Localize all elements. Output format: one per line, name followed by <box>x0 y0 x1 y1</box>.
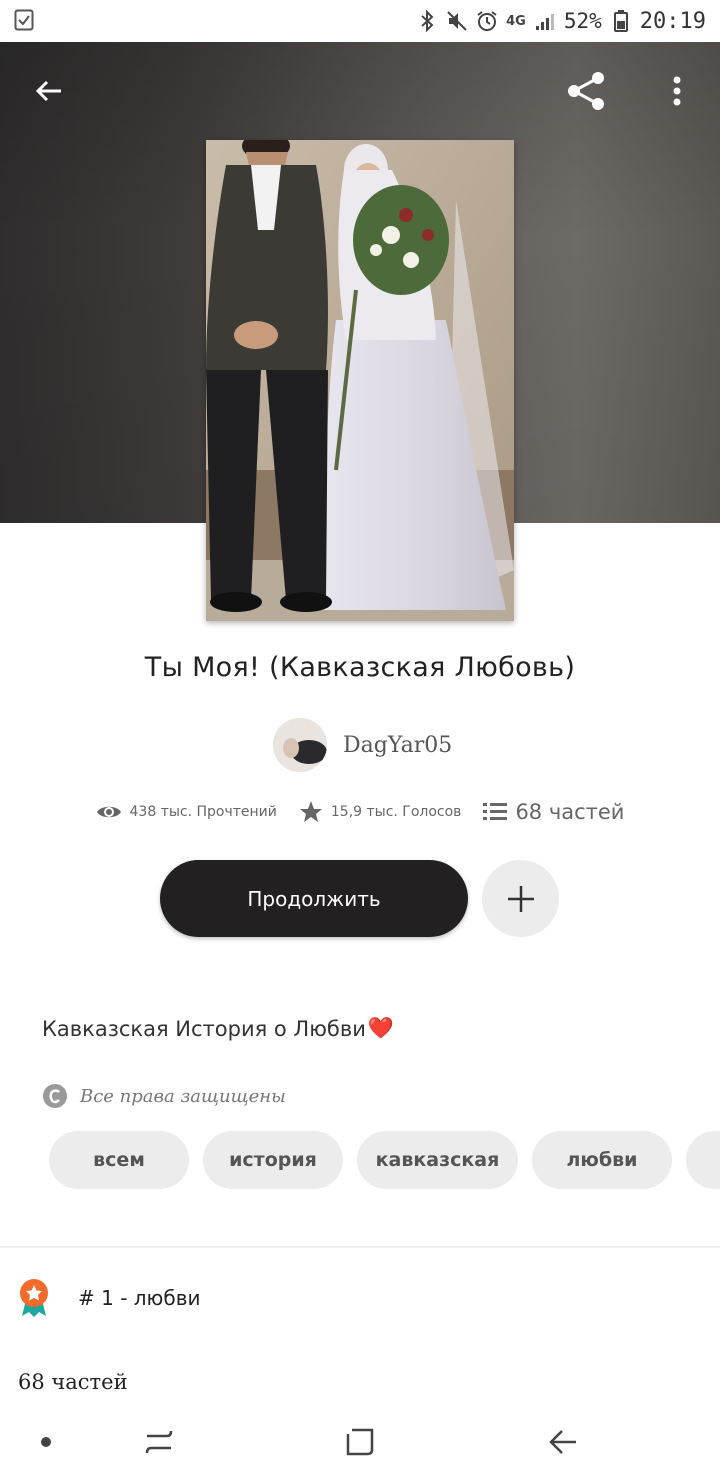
task-check-icon <box>14 9 34 35</box>
author-link[interactable]: DagYar05 <box>273 718 452 772</box>
list-icon <box>483 803 508 820</box>
tag-chip-partial[interactable] <box>686 1131 720 1189</box>
reads-count: 438 тыс. Прочтений <box>129 804 277 820</box>
author-name[interactable]: DagYar05 <box>343 733 452 758</box>
bluetooth-icon <box>416 10 438 32</box>
add-to-library-button[interactable] <box>482 860 559 937</box>
section-divider <box>0 1246 720 1248</box>
eye-icon <box>96 806 121 818</box>
rank-badge-icon <box>20 1279 48 1317</box>
copyright-icon <box>43 1084 67 1108</box>
back-arrow-icon <box>35 80 61 102</box>
plus-icon <box>507 885 534 912</box>
star-icon <box>299 801 322 822</box>
votes-stat: 15,9 тыс. Голосов <box>299 800 462 824</box>
heart-emoji: ❤️ <box>367 1016 395 1040</box>
recent-apps-icon[interactable] <box>139 1422 179 1462</box>
tag-list: всем история кавказская любви <box>49 1131 720 1191</box>
clock: 20:19 <box>639 8 706 34</box>
nav-dot-icon[interactable] <box>26 1422 66 1462</box>
tag-chip[interactable]: любви <box>532 1131 672 1189</box>
rank-text[interactable]: # 1 - любви <box>78 1286 201 1310</box>
share-button[interactable] <box>561 66 611 116</box>
tag-chip[interactable]: кавказская <box>357 1131 518 1189</box>
share-icon <box>568 72 604 110</box>
continue-reading-button[interactable]: Продолжить <box>160 860 468 937</box>
network-type: 4G <box>506 13 526 29</box>
back-nav-icon[interactable] <box>542 1422 582 1462</box>
parts-count[interactable]: 68 частей <box>515 800 624 824</box>
battery-percent: 52% <box>563 9 602 33</box>
author-avatar[interactable] <box>273 718 327 772</box>
home-icon[interactable] <box>340 1422 380 1462</box>
parts-section-heading: 68 частей <box>18 1370 128 1394</box>
story-stats: 438 тыс. Прочтений 15,9 тыс. Голосов 68 … <box>0 800 720 824</box>
copyright-notice: Все права защищены <box>42 1083 286 1109</box>
status-bar: 4G 52% 20:19 <box>0 0 720 42</box>
ranking-row[interactable]: # 1 - любви <box>18 1278 201 1318</box>
tag-chip[interactable]: всем <box>49 1131 189 1189</box>
reads-stat: 438 тыс. Прочтений <box>96 803 277 821</box>
story-title: Ты Моя! (Кавказская Любовь) <box>144 652 576 683</box>
more-options-button[interactable] <box>652 66 702 116</box>
votes-count: 15,9 тыс. Голосов <box>330 804 462 820</box>
tag-chip[interactable]: история <box>203 1131 343 1189</box>
more-vertical-icon <box>673 76 681 106</box>
alarm-icon <box>476 10 498 32</box>
signal-icon <box>534 10 556 32</box>
parts-stat[interactable]: 68 частей <box>483 800 624 824</box>
system-nav-bar <box>0 1404 720 1480</box>
back-button[interactable] <box>24 66 74 116</box>
rights-text: Все права защищены <box>80 1085 286 1107</box>
battery-icon <box>610 10 632 32</box>
mute-icon <box>446 10 468 32</box>
description-text: Кавказская История о Любви <box>42 1016 366 1041</box>
story-cover-image[interactable] <box>206 140 514 621</box>
story-description: Кавказская История о Любви ❤️ <box>42 1016 394 1041</box>
